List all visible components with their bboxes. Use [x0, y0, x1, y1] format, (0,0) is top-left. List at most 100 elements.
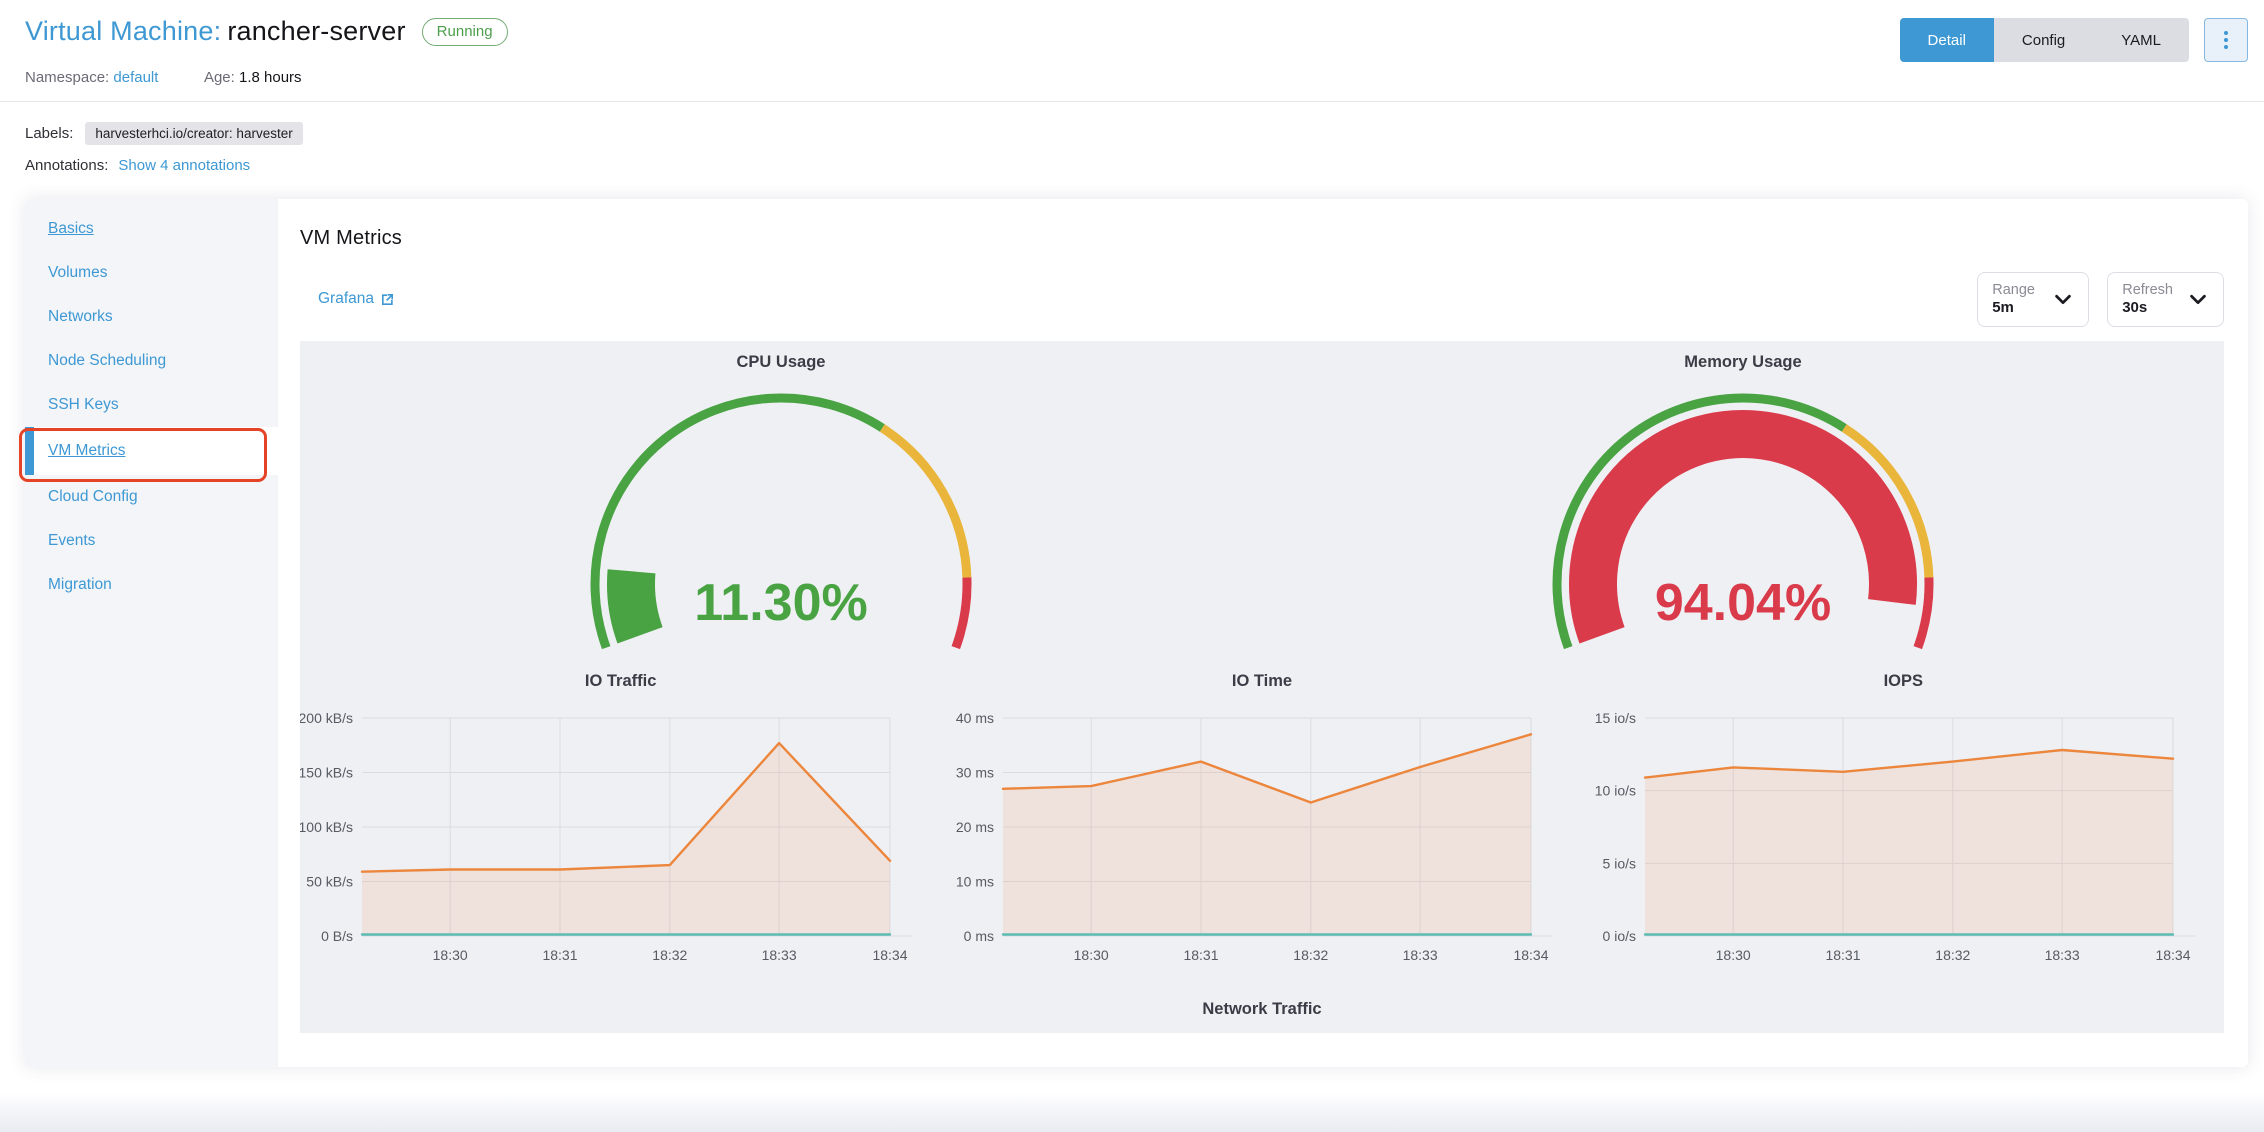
range-label: Range	[1992, 282, 2035, 298]
sidebar-item-label: SSH Keys	[48, 396, 119, 413]
sidebar-item-basics[interactable]: Basics	[25, 207, 278, 251]
namespace-label: Namespace:	[25, 69, 110, 86]
cpu-usage-gauge: CPU Usage 11.30%	[300, 351, 1262, 662]
sidebar-item-label: Cloud Config	[48, 488, 138, 505]
meta-section: Labels: harvesterhci.io/creator: harvest…	[0, 102, 2264, 174]
range-value: 5m	[1992, 299, 2014, 317]
x-axis-tick-label: 18:31	[1825, 947, 1860, 963]
status-badge: Running	[421, 17, 508, 46]
annotations-label: Annotations:	[25, 157, 109, 174]
x-axis-tick-label: 18:30	[433, 947, 468, 963]
sidebar-item-label: VM Metrics	[48, 442, 126, 459]
sidebar-item-vm-metrics[interactable]: VM Metrics	[19, 427, 278, 482]
page-bottom-fade	[0, 1092, 2264, 1132]
y-axis-tick-label: 15 io/s	[1594, 710, 1635, 726]
external-link-icon	[382, 293, 394, 305]
vm-name: rancher-server	[227, 16, 406, 46]
chart-title: CPU Usage	[736, 352, 826, 371]
y-axis-tick-label: 10 io/s	[1594, 783, 1635, 799]
y-axis-tick-label: 5 io/s	[1602, 855, 1635, 871]
resource-type-label: Virtual Machine:	[25, 16, 222, 46]
x-axis-tick-label: 18:34	[872, 947, 907, 963]
vm-metrics-section: VM Metrics Grafana Range 5m Refresh 30s …	[278, 199, 2248, 1067]
io-time-chart: IO Time 40 ms 30 ms 20 ms 10 ms 0 ms 18:30 18:3…	[941, 668, 1582, 998]
tab-yaml[interactable]: YAML	[2093, 18, 2189, 62]
view-tabs: Detail Config YAML	[1899, 18, 2189, 62]
sidebar-item-volumes[interactable]: Volumes	[25, 251, 278, 295]
tab-detail[interactable]: Detail	[1899, 18, 1994, 62]
x-axis-tick-label: 18:32	[652, 947, 687, 963]
labels-label: Labels:	[25, 125, 74, 142]
subheader: Namespace: default Age: 1.8 hours	[25, 69, 2248, 86]
age-label: Age:	[203, 69, 235, 86]
y-axis-tick-label: 150 kB/s	[300, 764, 353, 780]
sidebar-item-networks[interactable]: Networks	[25, 295, 278, 339]
x-axis-tick-label: 18:31	[542, 947, 577, 963]
page-header: Virtual Machine: rancher-server Running D…	[0, 0, 2264, 86]
sidebar-item-label: Volumes	[48, 264, 108, 281]
y-axis-tick-label: 30 ms	[956, 764, 994, 780]
sidebar-item-label: Networks	[48, 308, 113, 325]
sidebar-item-events[interactable]: Events	[25, 519, 278, 563]
gauge-canvas: 94.04%	[1552, 393, 1934, 650]
page-title: Virtual Machine: rancher-server	[25, 16, 406, 47]
y-axis-tick-label: 50 kB/s	[306, 873, 353, 889]
x-axis-tick-label: 18:33	[1403, 947, 1438, 963]
grafana-link-label: Grafana	[318, 290, 375, 308]
chart-title: Memory Usage	[1684, 352, 1802, 371]
gauge-value: 11.30%	[694, 574, 868, 632]
tab-config[interactable]: Config	[1993, 18, 2094, 62]
sidebar-item-migration[interactable]: Migration	[25, 563, 278, 607]
sidebar-item-ssh-keys[interactable]: SSH Keys	[25, 383, 278, 427]
chart-title: IO Traffic	[584, 671, 657, 690]
namespace-link[interactable]: default	[113, 69, 158, 86]
y-axis-tick-label: 0 B/s	[321, 928, 353, 944]
memory-usage-gauge: Memory Usage 94.04%	[1262, 351, 2224, 662]
x-axis-tick-label: 18:33	[2044, 947, 2079, 963]
sidebar-item-label: Migration	[48, 576, 112, 593]
detail-card: Basics Volumes Networks Node Scheduling SSH …	[19, 199, 2248, 1067]
gauge-value: 94.04%	[1655, 574, 1831, 632]
sidebar-item-label: Node Scheduling	[48, 352, 167, 369]
y-axis-tick-label: 40 ms	[956, 710, 994, 726]
io-traffic-chart: IO Traffic 200 kB/s 150 kB/s 100 kB/s 50 kB/…	[299, 668, 941, 998]
x-axis-tick-label: 18:33	[762, 947, 797, 963]
x-axis-tick-label: 18:30	[1715, 947, 1750, 963]
line-chart-canvas: 200 kB/s 150 kB/s 100 kB/s 50 kB/s 0 B/s 18:3…	[299, 710, 912, 963]
chevron-down-icon	[2190, 295, 2206, 305]
y-axis-tick-label: 0 io/s	[1602, 928, 1635, 944]
iops-chart: IOPS 15 io/s 10 io/s 5 io/s 0 io/s 18:30 18:31…	[1583, 668, 2224, 998]
kebab-icon	[2224, 31, 2228, 49]
y-axis-tick-label: 10 ms	[956, 873, 994, 889]
chart-title: IOPS	[1883, 671, 1924, 690]
x-axis-tick-label: 18:32	[1935, 947, 1970, 963]
actions-menu-button[interactable]	[2204, 18, 2248, 62]
x-axis-tick-label: 18:34	[2155, 947, 2190, 963]
y-axis-tick-label: 100 kB/s	[300, 819, 353, 835]
sidebar-item-label: Basics	[48, 220, 94, 237]
sidebar: Basics Volumes Networks Node Scheduling SSH …	[19, 199, 278, 1067]
x-axis-tick-label: 18:34	[1514, 947, 1549, 963]
x-axis-tick-label: 18:31	[1184, 947, 1219, 963]
sidebar-item-label: Events	[48, 532, 96, 549]
chevron-down-icon	[2055, 295, 2072, 305]
line-chart-canvas: 40 ms 30 ms 20 ms 10 ms 0 ms 18:30 18:31 18:32 1…	[956, 710, 1554, 963]
y-axis-tick-label: 0 ms	[964, 928, 994, 944]
range-dropdown[interactable]: Range 5m	[1977, 272, 2090, 327]
refresh-label: Refresh	[2122, 282, 2173, 298]
show-annotations-link[interactable]: Show 4 annotations	[118, 157, 250, 174]
sidebar-item-cloud-config[interactable]: Cloud Config	[25, 475, 278, 519]
x-axis-tick-label: 18:30	[1074, 947, 1109, 963]
refresh-value: 30s	[2122, 299, 2148, 317]
label-badge: harvesterhci.io/creator: harvester	[85, 122, 303, 145]
x-axis-tick-label: 18:32	[1294, 947, 1329, 963]
metrics-panel: CPU Usage 11.30% Memory Usage 94.04% IO Tr…	[299, 340, 2224, 1033]
section-heading: VM Metrics	[300, 227, 402, 249]
grafana-link[interactable]: Grafana	[318, 290, 395, 308]
sidebar-item-node-scheduling[interactable]: Node Scheduling	[25, 339, 278, 383]
line-chart-canvas: 15 io/s 10 io/s 5 io/s 0 io/s 18:30 18:31 18:3…	[1594, 710, 2195, 963]
age-value: 1.8 hours	[238, 69, 302, 86]
refresh-dropdown[interactable]: Refresh 30s	[2107, 272, 2224, 327]
chart-title: IO Time	[1231, 671, 1293, 690]
network-traffic-title: Network Traffic	[1202, 999, 1322, 1018]
